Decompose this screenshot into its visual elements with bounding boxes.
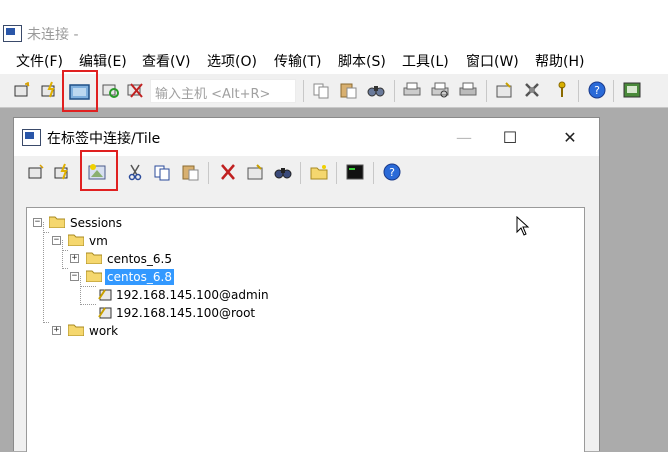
folder-open-icon: [68, 234, 84, 246]
print-setup-icon[interactable]: [402, 81, 422, 99]
menu-script[interactable]: 脚本(S): [338, 51, 386, 71]
toolbar-separator: [613, 80, 614, 102]
dialog-title: 在标签中连接/Tile: [47, 131, 161, 147]
dialog-app-icon: [22, 129, 41, 146]
minimize-button[interactable]: —: [442, 121, 486, 153]
tree-connector: [80, 304, 96, 305]
find-icon[interactable]: [366, 81, 386, 99]
app-icon: [3, 25, 22, 42]
tree-connector: [62, 268, 68, 269]
expand-icon[interactable]: +: [52, 326, 61, 335]
tree-connector: [80, 286, 96, 287]
maximize-button[interactable]: ☐: [488, 121, 532, 153]
host-input[interactable]: 输入主机 <Alt+R>: [150, 79, 296, 103]
session-icon: [98, 307, 112, 319]
menu-window[interactable]: 窗口(W): [466, 51, 519, 71]
collapse-icon[interactable]: −: [33, 218, 42, 227]
tree-label-sessions: Sessions: [70, 216, 123, 230]
copy-icon[interactable]: [311, 81, 331, 99]
session-tree[interactable]: − Sessions − vm + centos_6.5 − centos_6.…: [26, 207, 585, 452]
print-preview-icon[interactable]: [430, 81, 450, 99]
tree-connector: [62, 250, 68, 251]
toolbar-separator: [303, 80, 304, 102]
main-toolbar: 输入主机 <Alt+R> ?: [0, 74, 668, 108]
connect-icon[interactable]: [12, 81, 32, 99]
menu-transfer[interactable]: 传输(T): [274, 51, 321, 71]
help-icon[interactable]: ?: [587, 81, 607, 99]
tree-label-vm: vm: [89, 234, 108, 248]
terminal-icon[interactable]: [345, 163, 365, 181]
toolbar-separator: [578, 80, 579, 102]
tree-connector: [43, 222, 44, 323]
folder-open-icon: [86, 270, 102, 282]
help-icon[interactable]: ?: [382, 163, 402, 181]
tree-connector: [43, 322, 49, 323]
collapse-icon[interactable]: −: [52, 236, 61, 245]
tree-connector: [62, 240, 63, 269]
folder-icon: [86, 252, 102, 264]
menu-edit[interactable]: 编辑(E): [79, 51, 127, 71]
session-icon: [98, 289, 112, 301]
menu-file[interactable]: 文件(F): [16, 51, 63, 71]
menu-bar: 文件(F) 编辑(E) 查看(V) 选项(O) 传输(T) 脚本(S) 工具(L…: [0, 46, 668, 74]
collapse-icon[interactable]: −: [70, 272, 79, 281]
copy-icon[interactable]: [152, 163, 172, 181]
close-button[interactable]: ✕: [548, 121, 592, 153]
window-title: 未连接 -: [27, 27, 79, 43]
svg-text:?: ?: [594, 84, 600, 97]
properties-icon[interactable]: [245, 163, 265, 181]
toolbar-separator: [336, 162, 337, 184]
find-icon[interactable]: [273, 163, 293, 181]
connect-icon[interactable]: [26, 163, 46, 181]
tree-connector: [43, 232, 49, 233]
toolbar-separator: [208, 162, 209, 184]
folder-open-icon: [49, 216, 65, 228]
annotation-highlight-box: [80, 150, 118, 191]
menu-options[interactable]: 选项(O): [207, 51, 257, 71]
toolbar-separator: [373, 162, 374, 184]
session-options-icon[interactable]: [494, 81, 514, 99]
tree-label-centos-6-5: centos_6.5: [107, 252, 172, 266]
tree-label-session-root: 192.168.145.100@root: [116, 306, 256, 320]
main-titlebar: 未连接 -: [0, 0, 668, 46]
toolbar-separator: [486, 80, 487, 102]
tree-label-session-admin: 192.168.145.100@admin: [116, 288, 269, 302]
menu-help[interactable]: 帮助(H): [535, 51, 584, 71]
cut-icon[interactable]: [125, 163, 145, 181]
new-folder-icon[interactable]: [309, 163, 329, 181]
tree-label-work: work: [89, 324, 119, 338]
reconnect-icon[interactable]: [100, 81, 120, 99]
expand-icon[interactable]: +: [70, 254, 79, 263]
sftp-icon[interactable]: [622, 81, 642, 99]
key-icon[interactable]: [552, 81, 572, 99]
global-options-icon[interactable]: [522, 81, 542, 99]
svg-text:?: ?: [389, 166, 395, 179]
tree-label-centos-6-8: centos_6.8: [105, 269, 174, 285]
paste-icon[interactable]: [180, 163, 200, 181]
menu-view[interactable]: 查看(V): [142, 51, 191, 71]
annotation-highlight-box: [62, 70, 98, 112]
toolbar-separator: [300, 162, 301, 184]
print-icon[interactable]: [458, 81, 478, 99]
delete-icon[interactable]: [218, 163, 238, 181]
disconnect-icon[interactable]: [125, 81, 145, 99]
paste-icon[interactable]: [338, 81, 358, 99]
menu-tools[interactable]: 工具(L): [402, 51, 449, 71]
quick-connect-icon[interactable]: [53, 163, 73, 181]
folder-icon: [68, 324, 84, 336]
toolbar-separator: [394, 80, 395, 102]
tree-connector: [80, 276, 81, 305]
mouse-cursor-icon: [516, 216, 530, 236]
quick-connect-icon[interactable]: [40, 81, 60, 99]
